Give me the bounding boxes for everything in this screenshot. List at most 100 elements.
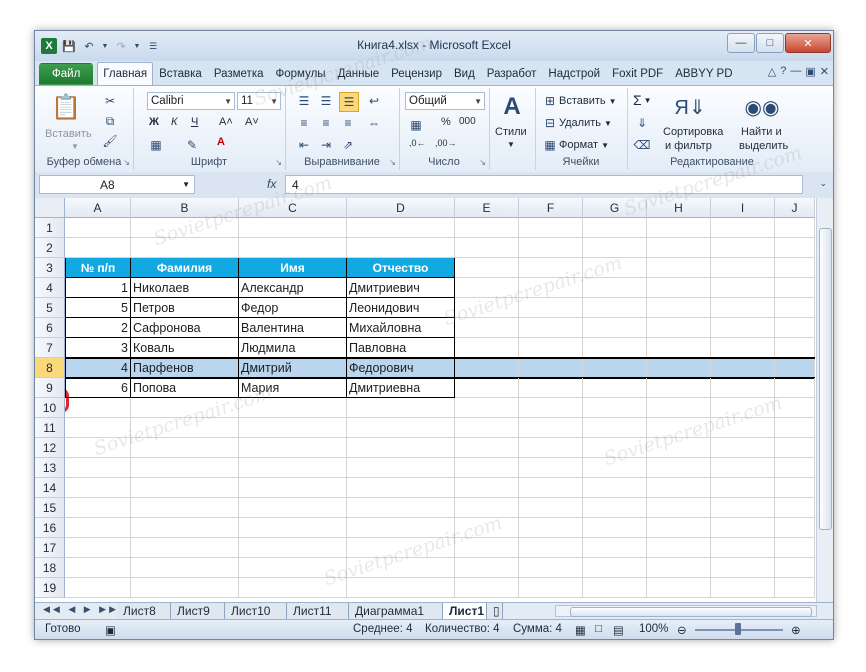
- page-break-view-icon[interactable]: ▤: [613, 623, 624, 637]
- expand-formula-icon[interactable]: ⌄: [819, 178, 827, 189]
- table-data-cell[interactable]: Попова: [131, 378, 239, 398]
- cell[interactable]: [455, 258, 519, 278]
- cell[interactable]: [455, 358, 519, 378]
- tab-formulas[interactable]: Формулы: [270, 63, 332, 85]
- cell[interactable]: [455, 418, 519, 438]
- cell[interactable]: [583, 458, 647, 478]
- cell[interactable]: [519, 438, 583, 458]
- delete-cells-button[interactable]: ⊟ Удалить ▼: [541, 114, 612, 132]
- cell[interactable]: [65, 518, 131, 538]
- cell[interactable]: [239, 218, 347, 238]
- decrease-decimal-icon[interactable]: ,00→: [435, 138, 457, 148]
- row-header[interactable]: 12: [35, 438, 65, 458]
- cell[interactable]: [65, 218, 131, 238]
- cell[interactable]: [583, 318, 647, 338]
- row-header[interactable]: 14: [35, 478, 65, 498]
- cell[interactable]: [647, 558, 711, 578]
- cell[interactable]: [131, 458, 239, 478]
- row-header[interactable]: 9: [35, 378, 65, 398]
- horizontal-scrollbar[interactable]: [555, 605, 817, 617]
- tab-review[interactable]: Рецензир: [385, 63, 448, 85]
- cell[interactable]: [519, 558, 583, 578]
- cell[interactable]: [775, 338, 815, 358]
- cell[interactable]: [775, 578, 815, 598]
- align-middle-icon[interactable]: ☰: [317, 92, 335, 110]
- font-color-icon[interactable]: A: [217, 136, 225, 148]
- cell[interactable]: [711, 498, 775, 518]
- cell[interactable]: [647, 318, 711, 338]
- cell[interactable]: [131, 578, 239, 598]
- formula-input[interactable]: 4: [285, 175, 803, 194]
- cell[interactable]: [775, 438, 815, 458]
- alignment-launcher-icon[interactable]: ↘: [389, 158, 396, 167]
- row-header[interactable]: 10: [35, 398, 65, 418]
- cell[interactable]: [583, 238, 647, 258]
- cell[interactable]: [347, 398, 455, 418]
- table-data-cell[interactable]: Федорович: [347, 358, 455, 378]
- table-header-cell[interactable]: Фамилия: [131, 258, 239, 278]
- cell[interactable]: [65, 478, 131, 498]
- cell[interactable]: [65, 418, 131, 438]
- name-box[interactable]: A8 ▼: [39, 175, 195, 194]
- table-header-cell[interactable]: № п/п: [65, 258, 131, 278]
- shrink-font-icon[interactable]: A˅: [245, 116, 259, 128]
- cell[interactable]: [347, 518, 455, 538]
- cell[interactable]: [65, 438, 131, 458]
- tab-abbyy-pdf[interactable]: ABBYY PD: [669, 63, 738, 85]
- cell[interactable]: [519, 398, 583, 418]
- row-header[interactable]: 3: [35, 258, 65, 278]
- cell[interactable]: [711, 278, 775, 298]
- cell[interactable]: [775, 218, 815, 238]
- row-header[interactable]: 13: [35, 458, 65, 478]
- increase-indent-icon[interactable]: ⇥: [317, 136, 335, 154]
- cell[interactable]: [775, 498, 815, 518]
- tab-data[interactable]: Данные: [332, 63, 386, 85]
- table-data-cell[interactable]: Парфенов: [131, 358, 239, 378]
- cell[interactable]: [583, 498, 647, 518]
- cell[interactable]: [711, 218, 775, 238]
- font-size-select[interactable]: 11 ▼: [237, 92, 281, 110]
- table-data-cell[interactable]: Николаев: [131, 278, 239, 298]
- cell[interactable]: [347, 498, 455, 518]
- sheet-nav-arrows[interactable]: ◀◀ ◀ ▶ ▶▶: [43, 604, 119, 615]
- cell[interactable]: [583, 558, 647, 578]
- table-data-cell[interactable]: 1: [65, 278, 131, 298]
- cell[interactable]: [455, 578, 519, 598]
- cell[interactable]: [711, 238, 775, 258]
- currency-icon[interactable]: ▦: [407, 116, 425, 134]
- percent-button[interactable]: %: [441, 116, 451, 128]
- cell[interactable]: [583, 218, 647, 238]
- binoculars-icon[interactable]: ◉◉: [745, 90, 780, 124]
- cell[interactable]: [583, 478, 647, 498]
- row-header[interactable]: 4: [35, 278, 65, 298]
- cell[interactable]: [239, 498, 347, 518]
- cell[interactable]: [711, 578, 775, 598]
- maximize-button[interactable]: □: [756, 33, 784, 53]
- cell[interactable]: [583, 518, 647, 538]
- sort-filter-button-line2[interactable]: и фильтр: [665, 140, 712, 152]
- table-data-cell[interactable]: 4: [65, 358, 131, 378]
- cell[interactable]: [519, 538, 583, 558]
- minimize-workbook-icon[interactable]: —: [790, 65, 801, 78]
- number-launcher-icon[interactable]: ↘: [479, 158, 486, 167]
- zoom-out-icon[interactable]: ⊖: [677, 623, 687, 637]
- column-header[interactable]: D: [347, 198, 455, 218]
- cell[interactable]: [455, 378, 519, 398]
- row-header[interactable]: 8: [35, 358, 65, 378]
- table-data-cell[interactable]: Дмитриевич: [347, 278, 455, 298]
- cell[interactable]: [647, 398, 711, 418]
- row-header[interactable]: 7: [35, 338, 65, 358]
- cell[interactable]: [583, 438, 647, 458]
- cell[interactable]: [455, 398, 519, 418]
- cell[interactable]: [519, 578, 583, 598]
- tab-insert[interactable]: Вставка: [153, 63, 208, 85]
- number-format-select[interactable]: Общий ▼: [405, 92, 485, 110]
- table-data-cell[interactable]: Леонидович: [347, 298, 455, 318]
- cell[interactable]: [647, 518, 711, 538]
- styles-dropdown-icon[interactable]: ▼: [507, 140, 515, 149]
- table-data-cell[interactable]: 3: [65, 338, 131, 358]
- cell[interactable]: [583, 538, 647, 558]
- cell[interactable]: [775, 398, 815, 418]
- cell[interactable]: [583, 338, 647, 358]
- cell[interactable]: [583, 578, 647, 598]
